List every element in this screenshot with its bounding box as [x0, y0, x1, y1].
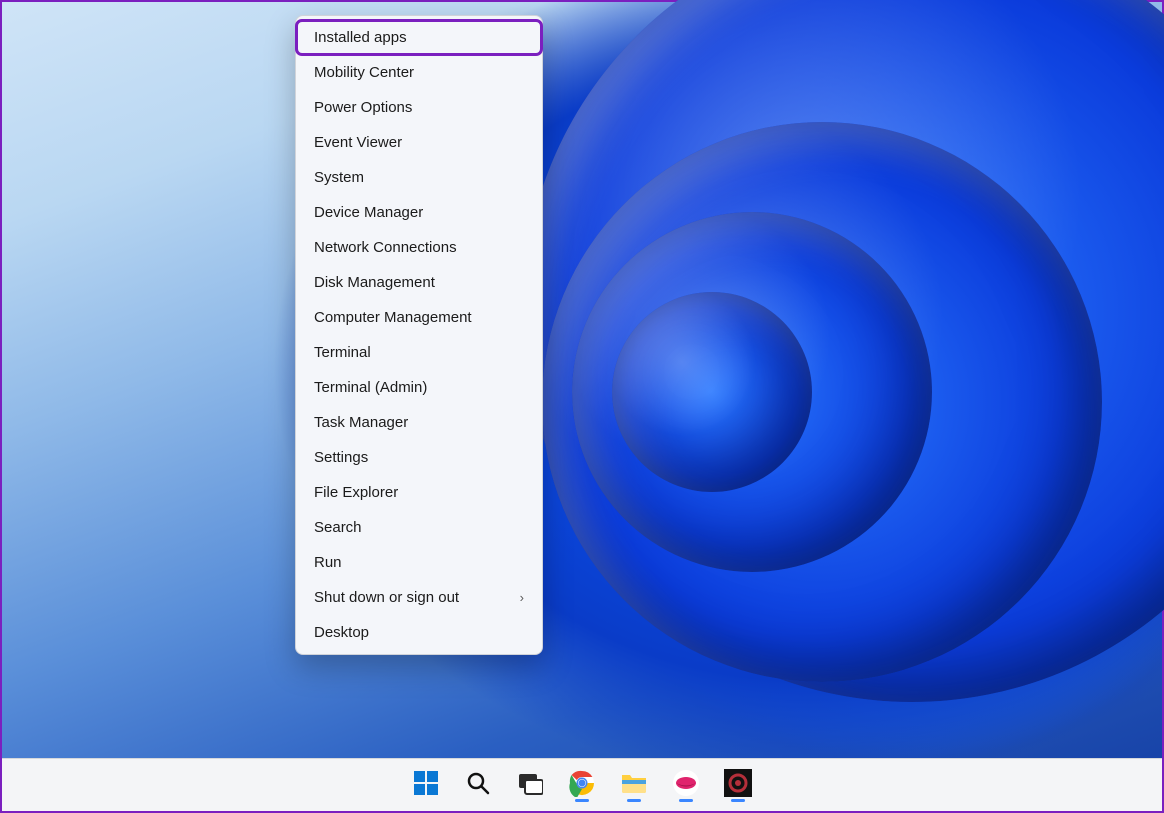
menu-item-device-manager[interactable]: Device Manager: [296, 195, 542, 230]
lips-app-icon: [672, 769, 700, 797]
menu-item-label: Terminal (Admin): [314, 379, 427, 396]
taskbar: [2, 758, 1162, 811]
menu-item-terminal[interactable]: Terminal: [296, 335, 542, 370]
taskbar-running-indicator: [419, 799, 433, 802]
menu-item-label: Task Manager: [314, 414, 408, 431]
menu-item-computer-management[interactable]: Computer Management: [296, 300, 542, 335]
menu-item-label: Desktop: [314, 624, 369, 641]
menu-item-label: Terminal: [314, 344, 371, 361]
menu-item-run[interactable]: Run: [296, 545, 542, 580]
taskbar-start-button[interactable]: [411, 768, 441, 798]
menu-item-desktop[interactable]: Desktop: [296, 615, 542, 650]
taskbar-search-button[interactable]: [463, 768, 493, 798]
menu-item-shut-down-or-sign-out[interactable]: Shut down or sign out ›: [296, 580, 542, 615]
menu-item-label: Search: [314, 519, 362, 536]
taskbar-running-indicator: [627, 799, 641, 802]
taskbar-running-indicator: [731, 799, 745, 802]
chrome-icon: [568, 769, 596, 797]
menu-item-label: Mobility Center: [314, 64, 414, 81]
chevron-right-icon: ›: [520, 590, 524, 605]
taskbar-chrome-button[interactable]: [567, 768, 597, 798]
menu-item-label: Disk Management: [314, 274, 435, 291]
menu-item-task-manager[interactable]: Task Manager: [296, 405, 542, 440]
taskbar-running-indicator: [471, 799, 485, 802]
menu-item-label: Installed apps: [314, 29, 407, 46]
desktop-wallpaper: [2, 2, 1162, 811]
taskbar-running-indicator: [575, 799, 589, 802]
menu-item-label: File Explorer: [314, 484, 398, 501]
taskbar-obs-app-button[interactable]: [723, 768, 753, 798]
task-view-icon: [517, 770, 543, 796]
taskbar-lips-app-button[interactable]: [671, 768, 701, 798]
obs-app-icon: [724, 769, 752, 797]
menu-item-disk-management[interactable]: Disk Management: [296, 265, 542, 300]
taskbar-running-indicator: [523, 799, 537, 802]
menu-item-label: System: [314, 169, 364, 186]
menu-item-label: Shut down or sign out: [314, 589, 459, 606]
taskbar-running-indicator: [679, 799, 693, 802]
menu-item-mobility-center[interactable]: Mobility Center: [296, 55, 542, 90]
file-explorer-icon: [620, 771, 648, 795]
menu-item-terminal-admin-[interactable]: Terminal (Admin): [296, 370, 542, 405]
menu-item-search[interactable]: Search: [296, 510, 542, 545]
menu-item-file-explorer[interactable]: File Explorer: [296, 475, 542, 510]
menu-item-label: Power Options: [314, 99, 412, 116]
menu-item-installed-apps[interactable]: Installed apps: [296, 20, 542, 55]
menu-item-label: Network Connections: [314, 239, 457, 256]
menu-item-event-viewer[interactable]: Event Viewer: [296, 125, 542, 160]
menu-item-system[interactable]: System: [296, 160, 542, 195]
menu-item-power-options[interactable]: Power Options: [296, 90, 542, 125]
start-icon: [413, 770, 439, 796]
menu-item-label: Event Viewer: [314, 134, 402, 151]
menu-item-label: Device Manager: [314, 204, 423, 221]
winx-context-menu[interactable]: Installed apps Mobility Center Power Optio…: [295, 15, 543, 655]
menu-item-label: Settings: [314, 449, 368, 466]
taskbar-task-view-button[interactable]: [515, 768, 545, 798]
taskbar-file-explorer-button[interactable]: [619, 768, 649, 798]
menu-item-network-connections[interactable]: Network Connections: [296, 230, 542, 265]
search-icon: [465, 770, 491, 796]
menu-item-settings[interactable]: Settings: [296, 440, 542, 475]
menu-item-label: Run: [314, 554, 342, 571]
wallpaper-swirl: [612, 292, 812, 492]
menu-item-label: Computer Management: [314, 309, 472, 326]
